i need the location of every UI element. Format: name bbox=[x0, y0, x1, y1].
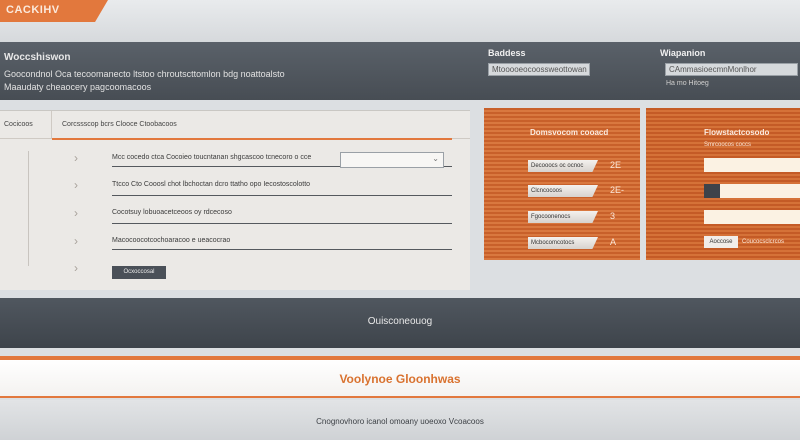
form-row[interactable]: › Macocoocotcochoaracoo e ueacocrao bbox=[74, 234, 454, 250]
app-logo[interactable]: CACKIHV bbox=[0, 0, 108, 22]
card-caption: Smrcoocos coccs bbox=[704, 142, 752, 148]
step-rail bbox=[28, 151, 29, 266]
field-a-input[interactable]: Mtooooeocoossweottowan bbox=[488, 63, 590, 76]
card-value: 2E bbox=[610, 160, 622, 170]
divider bbox=[112, 249, 452, 250]
settings-card: Flowstactcosodo Smrcoocos coccs Aoccose … bbox=[646, 108, 800, 260]
field-b-label: Wiapanion bbox=[660, 48, 706, 58]
field-b-note: Ha mo Hitoeg bbox=[666, 80, 709, 87]
page-description: Maaudaty cheaocery pagcoomacoos bbox=[4, 82, 152, 92]
row-text: Ttcco Cto Cooosl chot lbchoctan dcro tta… bbox=[112, 181, 311, 188]
card-field[interactable]: Decooocs oc ocnoc bbox=[528, 160, 598, 172]
card-field[interactable]: Clcncocoos bbox=[528, 185, 598, 197]
field-a-label: Baddess bbox=[488, 48, 526, 58]
divider bbox=[112, 195, 452, 196]
tab-primary[interactable]: Cocicoos bbox=[0, 111, 52, 139]
chevron-down-icon: ⌄ bbox=[432, 154, 439, 163]
tab-underline bbox=[52, 138, 452, 140]
card-input[interactable] bbox=[720, 184, 800, 198]
card-input[interactable] bbox=[704, 210, 800, 224]
top-bar bbox=[0, 0, 800, 42]
page-title: Woccshiswon bbox=[4, 52, 71, 63]
submit-button[interactable]: Ocxoccosal bbox=[112, 266, 166, 279]
section-band: Ouisconeouog bbox=[0, 298, 800, 348]
banner: Voolynoe Gloonhwas bbox=[0, 360, 800, 398]
chevron-right-icon: › bbox=[74, 261, 78, 275]
row-text: Macocoocotcochoaracoo e ueacocrao bbox=[112, 237, 231, 244]
tab-secondary[interactable]: Corcssscop bcrs Clooce Ctoobacoos bbox=[62, 121, 177, 128]
chevron-right-icon: › bbox=[74, 206, 78, 220]
card-button[interactable]: Aoccose bbox=[704, 236, 738, 248]
chevron-right-icon: › bbox=[74, 234, 78, 248]
form-row-end: › bbox=[74, 262, 104, 276]
card-input[interactable] bbox=[704, 158, 800, 172]
chevron-right-icon: › bbox=[74, 151, 78, 165]
row-dropdown[interactable]: ⌄ bbox=[340, 152, 444, 168]
divider bbox=[112, 223, 452, 224]
field-b-input[interactable]: CAmmasioecmnMonlhor aovcalcotsr bbox=[665, 63, 798, 85]
form-panel: Cocicoos Corcssscop bcrs Clooce Ctoobaco… bbox=[0, 110, 470, 290]
banner-title: Voolynoe Gloonhwas bbox=[339, 372, 461, 386]
card-value: 2E- bbox=[610, 185, 625, 195]
logo-text: CACKIHV bbox=[6, 4, 60, 16]
footer-text: Cnognovhoro icanol omoany uoeoxo Vcoacoo… bbox=[316, 417, 484, 426]
form-row[interactable]: › Ttcco Cto Cooosl chot lbchoctan dcro t… bbox=[74, 178, 454, 196]
stats-card: Domsvocom cooacd Decooocs oc ocnoc 2E Cl… bbox=[484, 108, 640, 260]
chevron-right-icon: › bbox=[74, 178, 78, 192]
card-field[interactable]: Fgocoonenocs bbox=[528, 211, 598, 223]
form-row[interactable]: › Cocotsuy lobuoacetceoos oy rdcecoso bbox=[74, 206, 454, 224]
card-value: 3 bbox=[610, 211, 616, 221]
card-value: A bbox=[610, 237, 617, 247]
card-title: Domsvocom cooacd bbox=[530, 128, 609, 137]
row-text: Mcc cocedo ctca Cocoieo toucntanan shgca… bbox=[112, 154, 312, 161]
page-header: Woccshiswon Goocondnol Oca tecoomanecto … bbox=[0, 42, 800, 100]
footer: Cnognovhoro icanol omoany uoeoxo Vcoacoo… bbox=[0, 400, 800, 440]
card-caption: Coucocsclcrcos bbox=[742, 239, 785, 245]
row-text: Cocotsuy lobuoacetceoos oy rdcecoso bbox=[112, 209, 232, 216]
form-tabs: Cocicoos Corcssscop bcrs Clooce Ctoobaco… bbox=[0, 111, 470, 139]
page-subtitle: Goocondnol Oca tecoomanecto ltstoo chrou… bbox=[4, 69, 285, 79]
card-field[interactable]: Mcbocomcotocs bbox=[528, 237, 598, 249]
section-title: Ouisconeouog bbox=[367, 316, 433, 327]
card-title: Flowstactcosodo bbox=[704, 128, 770, 137]
